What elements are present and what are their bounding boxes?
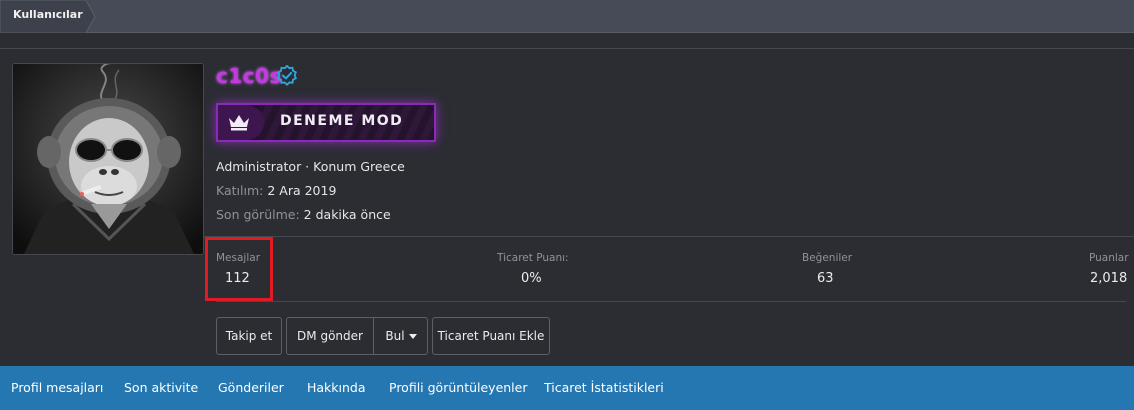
user-banner: DENEME MOD <box>216 103 436 142</box>
last-seen-info: Son görülme: 2 dakika önce <box>216 207 391 222</box>
tab-postings[interactable]: Gönderiler <box>218 380 284 395</box>
dm-find-button-group: DM gönder Bul <box>286 317 428 355</box>
add-trade-score-button[interactable]: Ticaret Puanı Ekle <box>432 317 550 355</box>
stat-value-likes[interactable]: 63 <box>817 271 834 286</box>
tab-recent-activity[interactable]: Son aktivite <box>124 380 198 395</box>
last-seen-value[interactable]: 2 dakika önce <box>304 207 391 222</box>
stat-label-likes: Beğeniler <box>802 252 853 264</box>
tab-profile-viewers[interactable]: Profili görüntüleyenler <box>389 380 528 395</box>
last-seen-label: Son görülme: <box>216 207 300 222</box>
tab-profile-posts[interactable]: Profil mesajları <box>11 380 103 395</box>
verified-badge-icon <box>277 65 297 86</box>
tab-about[interactable]: Hakkında <box>307 380 366 395</box>
stat-label-trade-score: Ticaret Puanı: <box>497 252 569 264</box>
breadcrumb-item-users[interactable]: Kullanıcılar <box>0 0 96 33</box>
dm-button[interactable]: DM gönder <box>287 318 373 354</box>
follow-button[interactable]: Takip et <box>216 317 282 355</box>
joined-label: Katılım: <box>216 183 264 198</box>
find-label: Bul <box>385 329 405 343</box>
profile-header: c1c0s DENEME MOD Administrator · Konum G… <box>0 48 1134 366</box>
banner-label: DENEME MOD <box>280 113 404 129</box>
crown-icon <box>229 115 249 131</box>
highlight-annotation <box>205 237 273 301</box>
avatar-image <box>13 64 203 254</box>
stat-value-trade-score: 0% <box>521 271 542 286</box>
avatar[interactable] <box>12 63 204 255</box>
stat-label-points: Puanlar <box>1089 252 1129 264</box>
joined-value: 2 Ara 2019 <box>267 183 337 198</box>
stats-divider-top <box>204 236 1134 237</box>
joined-info: Katılım: 2 Ara 2019 <box>216 183 336 198</box>
find-dropdown-button[interactable]: Bul <box>374 318 428 354</box>
stat-value-points[interactable]: 2,018 <box>1090 271 1127 286</box>
role-location-text: Administrator · Konum Greece <box>216 159 405 174</box>
caret-down-icon <box>408 334 417 339</box>
role-location: Administrator · Konum Greece <box>216 159 405 174</box>
profile-tabs: Profil mesajları Son aktivite Gönderiler… <box>0 366 1134 410</box>
username[interactable]: c1c0s <box>216 64 282 88</box>
stats-divider-bottom <box>216 301 1126 302</box>
breadcrumb-label: Kullanıcılar <box>13 8 83 21</box>
tab-trade-stats[interactable]: Ticaret İstatistikleri <box>544 380 664 395</box>
breadcrumb-bar: Kullanıcılar <box>0 0 1134 33</box>
